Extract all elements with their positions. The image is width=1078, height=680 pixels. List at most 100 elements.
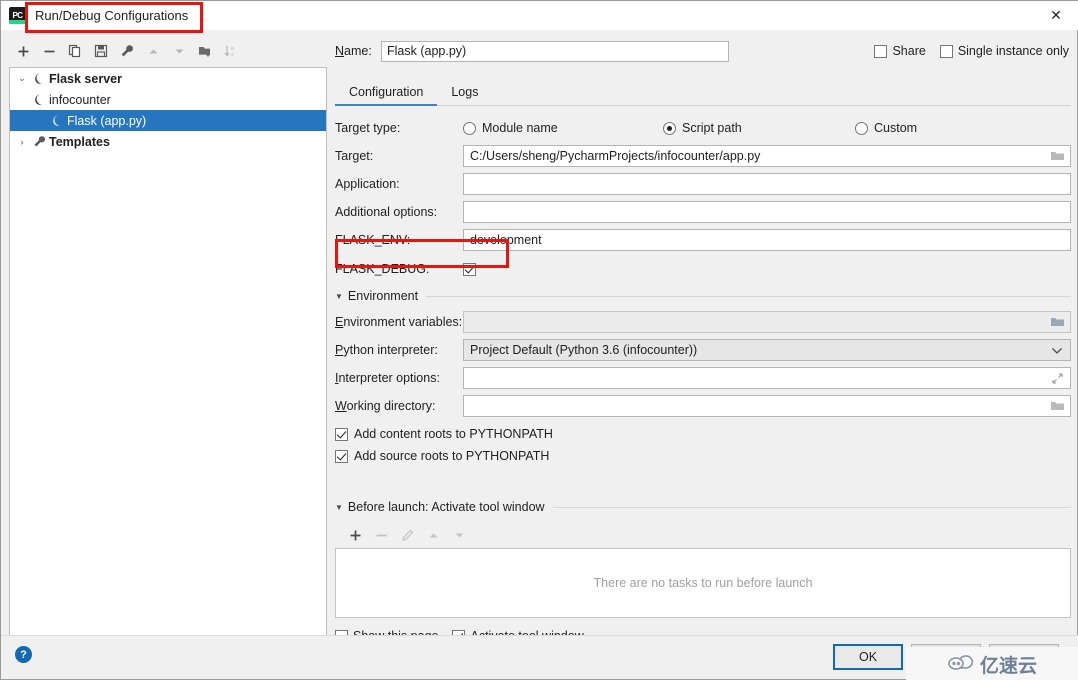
dialog-title: Run/Debug Configurations — [35, 8, 189, 23]
environment-variables-input[interactable] — [463, 311, 1071, 333]
folder-add-icon[interactable] — [193, 40, 217, 62]
radio-custom[interactable]: Custom — [855, 121, 917, 135]
radio-script-path-label: Script path — [682, 121, 742, 135]
editor-tabs: Configuration Logs — [335, 78, 1071, 106]
section-divider — [426, 295, 1071, 297]
radio-script-path[interactable]: Script path — [663, 121, 855, 135]
interpreter-options-row: Interpreter options: — [335, 367, 1071, 389]
tree-node-label: Flask (app.py) — [67, 113, 147, 128]
tab-configuration[interactable]: Configuration — [335, 82, 438, 106]
single-instance-checkbox[interactable]: Single instance only — [939, 44, 1069, 58]
python-interpreter-row: Python interpreter: Project Default (Pyt… — [335, 339, 1071, 361]
interpreter-options-input[interactable] — [463, 367, 1071, 389]
environment-section-title: Environment — [347, 289, 419, 303]
flask-debug-checkbox[interactable] — [463, 262, 476, 276]
configuration-form: Target type: Module name Script path Cus… — [335, 117, 1071, 643]
chevron-down-icon[interactable]: ▼ — [335, 503, 343, 512]
chevron-right-icon[interactable]: › — [14, 137, 30, 147]
flask-icon — [30, 93, 48, 106]
flask-env-row: FLASK_ENV: development — [335, 229, 1071, 251]
before-launch-section-title: Before launch: Activate tool window — [347, 500, 545, 514]
working-directory-input[interactable] — [463, 395, 1071, 417]
environment-variables-row: Environment variables: — [335, 311, 1071, 333]
python-interpreter-value: Project Default (Python 3.6 (infocounter… — [470, 343, 698, 357]
task-move-down-button[interactable] — [447, 524, 471, 546]
application-label: Application: — [335, 177, 400, 191]
pycharm-icon-label: PC — [12, 10, 23, 20]
move-up-button[interactable] — [141, 40, 165, 62]
pencil-icon[interactable] — [395, 524, 419, 546]
tree-node-label: infocounter — [49, 92, 111, 107]
additional-options-row: Additional options: — [335, 201, 1071, 223]
interpreter-options-label: Interpreter options: — [335, 371, 440, 385]
before-launch-section-header[interactable]: ▼ Before launch: Activate tool window — [335, 500, 1071, 514]
configurations-tree[interactable]: ⌄ Flask server infocounter Flask (app.py… — [9, 67, 327, 641]
tree-node-templates[interactable]: › Templates — [10, 131, 326, 152]
add-task-button[interactable] — [343, 524, 367, 546]
python-interpreter-label: Python interpreter: — [335, 343, 438, 357]
remove-configuration-button[interactable] — [37, 40, 61, 62]
add-content-roots-checkbox[interactable] — [335, 427, 348, 441]
additional-options-label: Additional options: — [335, 205, 438, 219]
additional-options-input[interactable] — [463, 201, 1071, 223]
share-checkbox[interactable]: Share — [874, 44, 926, 58]
expand-icon[interactable] — [1045, 369, 1069, 387]
sort-az-icon[interactable]: az — [219, 40, 243, 62]
python-interpreter-select[interactable]: Project Default (Python 3.6 (infocounter… — [463, 339, 1071, 361]
task-move-up-button[interactable] — [421, 524, 445, 546]
before-launch-toolbar — [335, 522, 1071, 548]
target-input[interactable]: C:/Users/sheng/PycharmProjects/infocount… — [463, 145, 1071, 167]
flask-env-input-value: development — [470, 233, 542, 247]
wrench-icon[interactable] — [115, 40, 139, 62]
remove-task-button[interactable] — [369, 524, 393, 546]
tree-node-label: Templates — [49, 134, 110, 149]
add-configuration-button[interactable] — [11, 40, 35, 62]
add-source-roots-label: Add source roots to PYTHONPATH — [354, 449, 550, 463]
flask-icon — [30, 72, 48, 85]
folder-icon[interactable] — [1045, 397, 1069, 415]
working-directory-row: Working directory: — [335, 395, 1071, 417]
tab-logs[interactable]: Logs — [437, 82, 492, 105]
target-type-label: Target type: — [335, 121, 401, 135]
save-icon[interactable] — [89, 40, 113, 62]
configurations-tree-panel: az ⌄ Flask server infocounter Flask (app… — [9, 39, 327, 641]
run-debug-configurations-dialog: PC Run/Debug Configurations ✕ a z ⌄ Flas… — [0, 0, 1078, 680]
radio-module-name[interactable]: Module name — [463, 121, 663, 135]
radio-module-name-dot[interactable] — [463, 121, 476, 135]
working-directory-label: Working directory: — [335, 399, 436, 413]
chevron-down-icon[interactable]: ⌄ — [14, 73, 30, 84]
header-checkboxes: Share Single instance only — [874, 40, 1069, 62]
radio-module-name-label: Module name — [482, 121, 558, 135]
tree-node-flask-server[interactable]: ⌄ Flask server — [10, 68, 326, 89]
tree-node-infocounter[interactable]: infocounter — [10, 89, 326, 110]
move-down-button[interactable] — [167, 40, 191, 62]
environment-section-header[interactable]: ▼ Environment — [335, 289, 1071, 303]
add-source-roots-row[interactable]: Add source roots to PYTHONPATH — [335, 445, 1071, 467]
before-launch-task-list[interactable]: There are no tasks to run before launch — [335, 548, 1071, 618]
help-icon[interactable]: ? — [15, 646, 32, 663]
flask-env-label: FLASK_ENV: — [335, 233, 411, 247]
radio-custom-dot[interactable] — [855, 121, 868, 135]
ok-button[interactable]: OK — [833, 644, 903, 670]
application-input[interactable] — [463, 173, 1071, 195]
wrench-icon — [30, 135, 48, 148]
add-source-roots-checkbox[interactable] — [335, 449, 348, 463]
name-input[interactable]: Flask (app.py) — [381, 40, 729, 62]
target-row: Target: C:/Users/sheng/PycharmProjects/i… — [335, 145, 1071, 167]
tree-node-flask-app-py[interactable]: Flask (app.py) — [10, 110, 326, 131]
folder-icon[interactable] — [1045, 313, 1069, 331]
target-type-row: Target type: Module name Script path Cus… — [335, 117, 1071, 139]
add-content-roots-row[interactable]: Add content roots to PYTHONPATH — [335, 423, 1071, 445]
single-instance-checkbox-box[interactable] — [939, 44, 953, 58]
copy-icon[interactable] — [63, 40, 87, 62]
chevron-down-icon[interactable]: ▼ — [335, 292, 343, 301]
title-bar: PC Run/Debug Configurations ✕ — [1, 1, 1078, 30]
flask-env-input[interactable]: development — [463, 229, 1071, 251]
folder-icon[interactable] — [1045, 147, 1069, 165]
radio-script-path-dot[interactable] — [663, 121, 676, 135]
before-launch-empty-text: There are no tasks to run before launch — [593, 576, 813, 590]
target-type-radio-group: Module name Script path Custom — [463, 121, 1071, 135]
close-icon[interactable]: ✕ — [1033, 1, 1078, 30]
chevron-down-icon[interactable] — [1045, 341, 1069, 359]
share-checkbox-box[interactable] — [874, 44, 888, 58]
